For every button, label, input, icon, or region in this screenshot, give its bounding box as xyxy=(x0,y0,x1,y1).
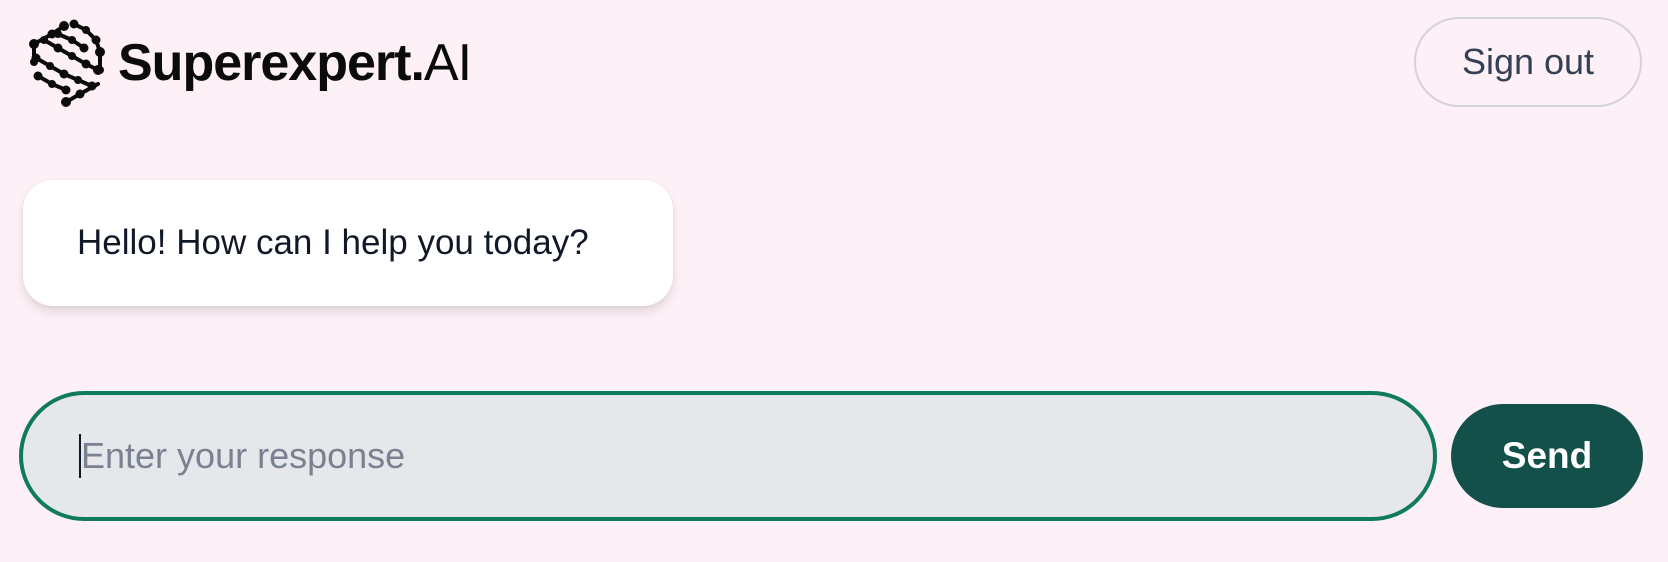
response-input-container[interactable] xyxy=(19,391,1437,521)
brand-logo[interactable]: Superexpert.AI xyxy=(28,18,472,108)
response-input[interactable] xyxy=(81,426,1433,486)
hexagon-network-logo-icon xyxy=(29,19,105,107)
assistant-message-bubble: Hello! How can I help you today? xyxy=(23,180,673,306)
brand-name-light: AI xyxy=(423,34,472,92)
brand-name-bold: Superexpert. xyxy=(118,34,425,92)
sign-out-button[interactable]: Sign out xyxy=(1414,17,1642,107)
send-button[interactable]: Send xyxy=(1451,404,1643,508)
app-header: Superexpert.AI Sign out xyxy=(0,0,1668,140)
assistant-message-text: Hello! How can I help you today? xyxy=(77,223,589,262)
brand-name: Superexpert.AI xyxy=(118,34,472,92)
